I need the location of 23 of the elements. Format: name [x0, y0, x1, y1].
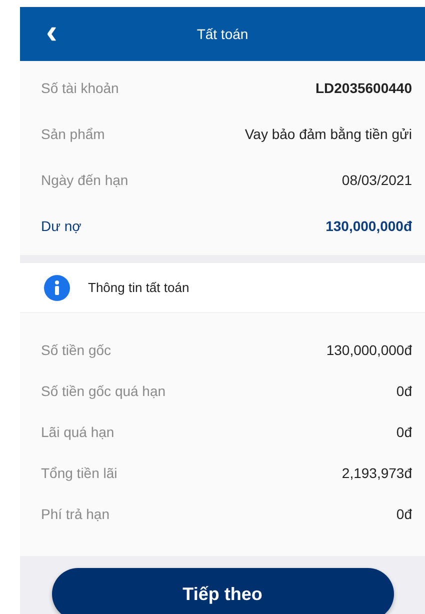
field-value: 130,000,000đ: [326, 342, 412, 358]
field-label: Dư nợ: [41, 218, 82, 234]
field-label: Tổng tiền lãi: [41, 464, 118, 480]
field-label: Lãi quá hạn: [41, 424, 114, 440]
info-icon: [44, 274, 70, 300]
back-button[interactable]: ‹: [40, 17, 64, 47]
field-value: 2,193,973đ: [342, 464, 412, 480]
section-title: Thông tin tất toán: [88, 280, 190, 295]
field-value: 08/03/2021: [342, 172, 412, 188]
field-label: Số tiền gốc quá hạn: [41, 382, 166, 398]
field-label: Ngày đến hạn: [41, 172, 128, 188]
field-value: LD2035600440: [315, 80, 412, 96]
field-value: 0đ: [396, 382, 412, 398]
field-label: Số tài khoản: [41, 80, 119, 96]
field-value: 0đ: [396, 424, 412, 440]
field-value: 130,000,000đ: [326, 218, 412, 234]
field-value: Vay bảo đảm bằng tiền gửi: [244, 126, 412, 142]
next-button[interactable]: Tiếp theo: [52, 568, 394, 614]
screen-title: Tất toán: [196, 26, 248, 42]
field-label: Phí trả hạn: [41, 506, 110, 522]
field-label: Số tiền gốc: [41, 342, 112, 358]
field-label: Sản phẩm: [41, 126, 105, 142]
field-value: 0đ: [396, 506, 412, 522]
